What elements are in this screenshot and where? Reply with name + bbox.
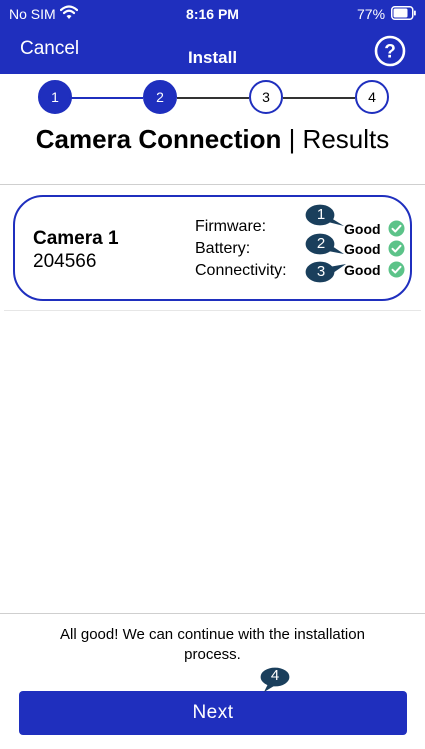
- callout-badge-3: 3: [304, 260, 346, 286]
- callout-badge-1: 1: [304, 203, 344, 229]
- connectivity-label: Connectivity:: [195, 262, 287, 279]
- divider: [0, 613, 425, 614]
- connectivity-status: Good: [344, 262, 381, 278]
- screen-title-main: Camera Connection: [35, 124, 282, 154]
- stepper-connector: [177, 97, 249, 99]
- step-3: 3: [249, 80, 283, 114]
- check-circle-icon: [388, 261, 405, 278]
- callout-number: 1: [316, 206, 326, 223]
- firmware-label: Firmware:: [195, 218, 267, 235]
- help-icon[interactable]: ?: [374, 35, 406, 67]
- callout-badge-2: 2: [304, 232, 344, 258]
- battery-icon: [391, 6, 416, 20]
- stepper-connector: [71, 97, 143, 99]
- screen-title: Camera Connection | Results: [0, 124, 425, 155]
- step-1: 1: [38, 80, 72, 114]
- callout-number: 2: [316, 235, 326, 252]
- footer-message: All good! We can continue with the insta…: [60, 626, 365, 663]
- check-circle-icon: [388, 240, 405, 257]
- callout-number: 4: [270, 667, 280, 684]
- nav-bar: Cancel Install ?: [0, 28, 425, 74]
- screen-title-separator: |: [281, 124, 303, 154]
- check-circle-icon: [388, 220, 405, 237]
- step-2: 2: [143, 80, 177, 114]
- step-4: 4: [355, 80, 389, 114]
- next-button[interactable]: Next: [19, 691, 407, 735]
- battery-percent: 77%: [357, 6, 386, 22]
- firmware-status: Good: [344, 221, 381, 237]
- battery-label: Battery:: [195, 240, 251, 257]
- svg-text:?: ?: [384, 42, 396, 63]
- callout-number: 3: [316, 263, 326, 280]
- stepper-connector: [283, 97, 355, 99]
- camera-serial: 204566: [33, 251, 97, 272]
- page-title: Install: [187, 48, 238, 67]
- screen-title-sub: Results: [302, 124, 390, 154]
- callout-badge-4: 4: [258, 666, 292, 692]
- camera-name: Camera 1: [33, 228, 119, 249]
- battery-status: Good: [344, 241, 381, 257]
- install-stepper: 1 2 3 4: [0, 78, 425, 118]
- status-bar: No SIM 8:16 PM 77%: [0, 0, 425, 28]
